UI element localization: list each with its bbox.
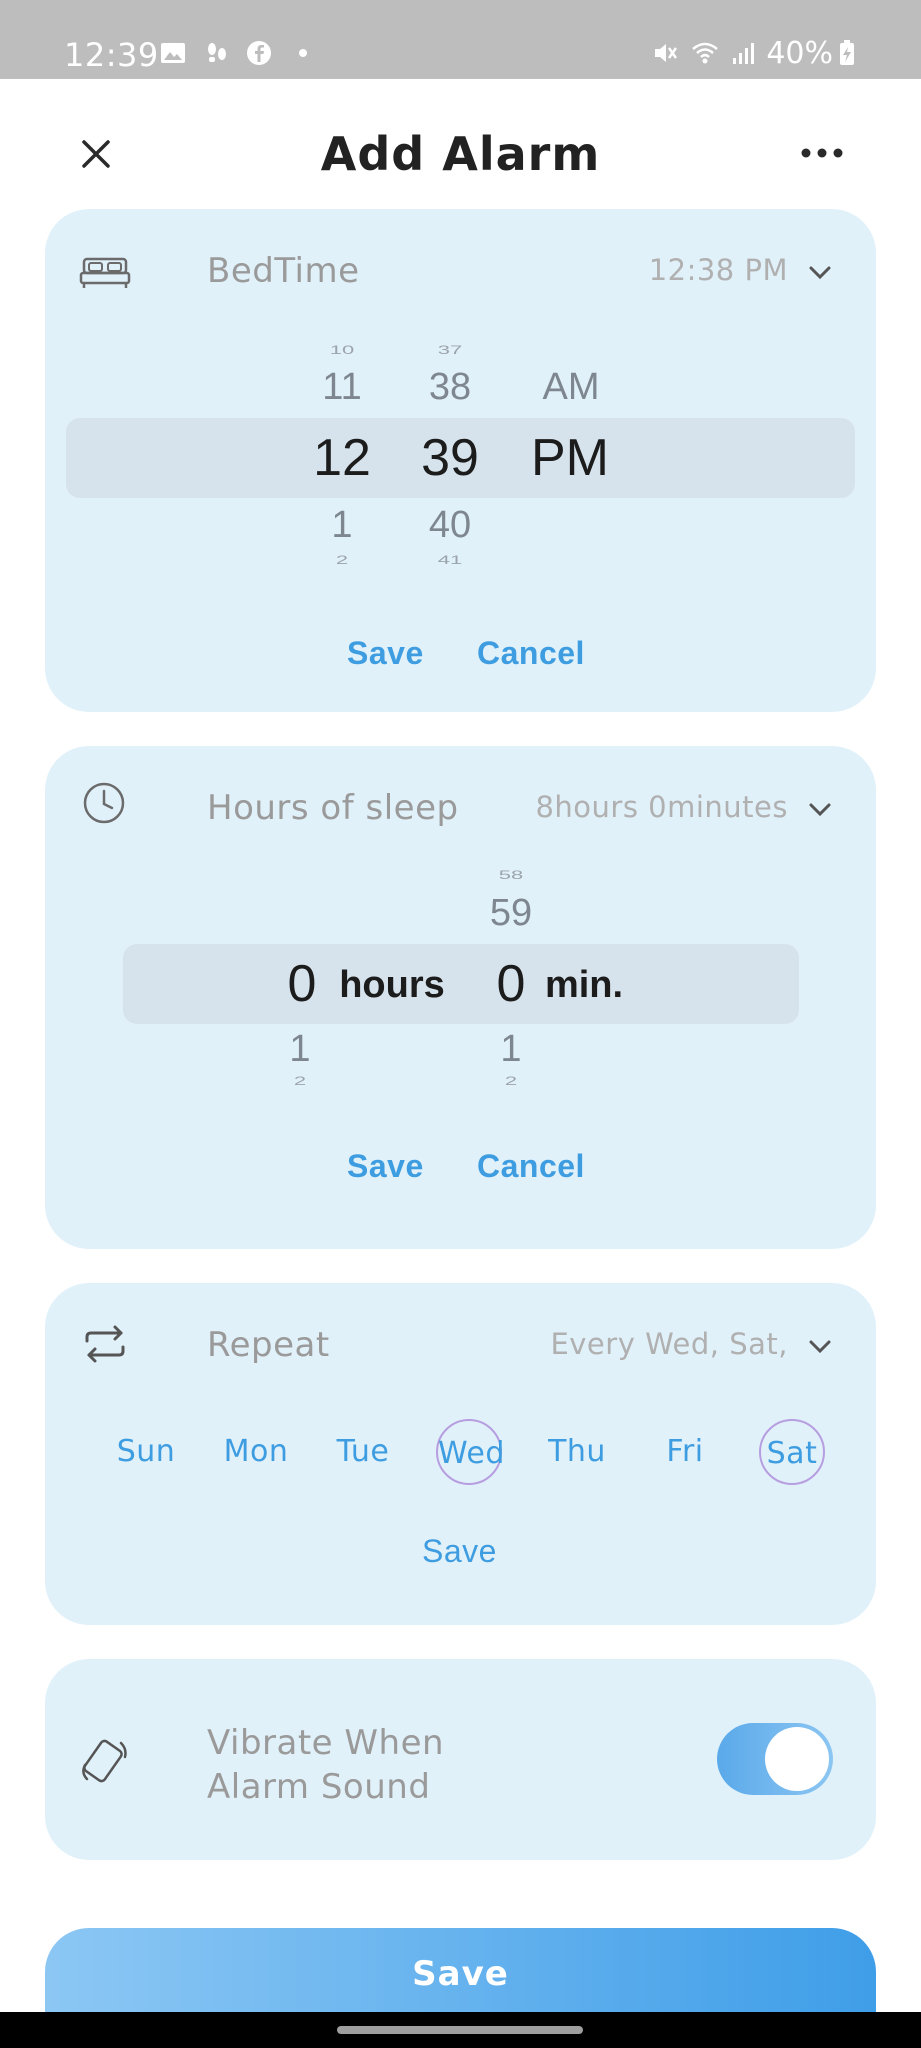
mute-icon (655, 44, 678, 62)
image-icon (161, 43, 185, 63)
page-title: Add Alarm (320, 127, 601, 181)
minute-selected[interactable]: 39 (405, 428, 495, 488)
repeat-save-button[interactable]: Save (422, 1533, 497, 1570)
sleep-hours-option[interactable]: 1 (270, 1028, 330, 1071)
hour-option[interactable]: 2 (307, 553, 377, 567)
hour-option[interactable]: 10 (307, 343, 377, 357)
repeat-card: Repeat Every Wed, Sat, Sun Mon Tue Wed Thu Fr… (45, 1283, 876, 1625)
vibrate-label: Vibrate When Alarm Sound (207, 1721, 444, 1809)
clock-icon (83, 782, 125, 824)
battery-charging-icon (840, 40, 854, 65)
vibrate-toggle[interactable] (717, 1723, 833, 1795)
chevron-down-icon[interactable] (808, 802, 832, 818)
duration-picker-selection (123, 944, 799, 1024)
bedtime-card: BedTime 12:38 PM 10 11 12 1 2 37 38 39 4… (45, 209, 876, 712)
hour-selected[interactable]: 12 (297, 428, 387, 488)
day-tue[interactable]: Tue (330, 1419, 396, 1485)
status-bar: 12:39 40% (0, 0, 921, 79)
battery-percent: 40% (766, 36, 833, 71)
sleep-minutes-option[interactable]: 59 (471, 892, 551, 935)
repeat-title: Repeat (207, 1325, 330, 1365)
signal-icon (733, 43, 754, 64)
repeat-icon (85, 1325, 125, 1363)
navigation-bar (0, 2012, 921, 2048)
toggle-knob (765, 1727, 829, 1791)
day-fri[interactable]: Fri (652, 1419, 718, 1485)
sleep-minutes-option[interactable]: 1 (481, 1028, 541, 1071)
bedtime-summary[interactable]: 12:38 PM (649, 253, 788, 287)
more-horizontal-icon[interactable] (800, 143, 844, 163)
dot-icon (299, 49, 307, 57)
home-gesture-handle[interactable] (337, 2026, 583, 2034)
status-time: 12:39 (64, 36, 159, 74)
ampm-selected[interactable]: PM (515, 428, 625, 488)
chevron-down-icon[interactable] (808, 1339, 832, 1355)
ampm-option[interactable]: AM (521, 366, 621, 409)
bedtime-title: BedTime (207, 251, 360, 291)
minute-option[interactable]: 40 (415, 504, 485, 547)
day-mon[interactable]: Mon (223, 1419, 289, 1485)
sleep-save-button[interactable]: Save (347, 1148, 424, 1185)
sleep-cancel-button[interactable]: Cancel (477, 1148, 585, 1185)
vibrate-card: Vibrate When Alarm Sound (45, 1659, 876, 1860)
repeat-summary[interactable]: Every Wed, Sat, (550, 1327, 788, 1361)
hour-option[interactable]: 11 (307, 366, 377, 409)
day-sat[interactable]: Sat (759, 1419, 825, 1485)
hour-option[interactable]: 1 (307, 504, 377, 547)
day-sun[interactable]: Sun (113, 1419, 179, 1485)
sleep-hours-unit: hours (339, 964, 445, 1006)
vibrate-label-line2: Alarm Sound (207, 1767, 431, 1807)
sleep-minutes-option[interactable]: 2 (481, 1074, 541, 1088)
bed-icon (79, 257, 131, 288)
bedtime-save-button[interactable]: Save (347, 635, 424, 672)
sleep-minutes-unit: min. (544, 964, 624, 1006)
sleep-summary[interactable]: 8hours 0minutes (535, 790, 788, 824)
minute-option[interactable]: 38 (415, 366, 485, 409)
vibrate-icon (82, 1739, 127, 1783)
wifi-icon (692, 42, 718, 64)
facebook-icon (247, 41, 271, 65)
day-thu[interactable]: Thu (544, 1419, 610, 1485)
sleep-title: Hours of sleep (207, 788, 459, 828)
day-wed[interactable]: Wed (436, 1419, 504, 1485)
sleep-duration-card: Hours of sleep 8hours 0minutes 0 hours 1… (45, 746, 876, 1249)
minute-option[interactable]: 37 (415, 343, 485, 357)
app-header: Add Alarm (0, 79, 921, 209)
minute-option[interactable]: 41 (415, 553, 485, 567)
sleep-hours-option[interactable]: 2 (270, 1074, 330, 1088)
chevron-down-icon[interactable] (808, 265, 832, 281)
footsteps-icon (208, 43, 226, 62)
vibrate-label-line1: Vibrate When (207, 1723, 445, 1763)
sleep-minutes-option[interactable]: 58 (471, 868, 551, 882)
bedtime-cancel-button[interactable]: Cancel (477, 635, 585, 672)
